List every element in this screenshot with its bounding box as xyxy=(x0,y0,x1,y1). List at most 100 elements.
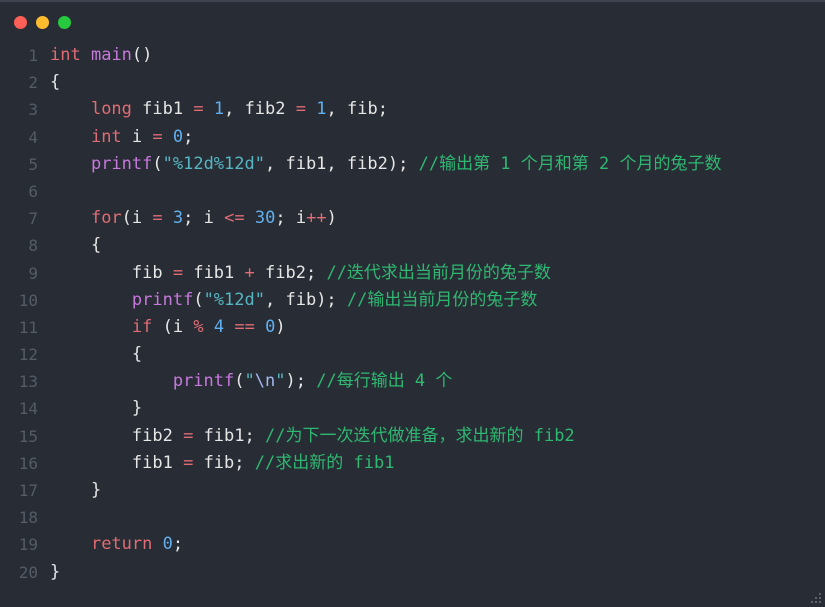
token-id: fib2 xyxy=(244,99,296,120)
token-fn: printf xyxy=(90,153,153,174)
line-code[interactable]: for(i = 3; i <= 30; i++) xyxy=(38,205,337,232)
token-punc: ); xyxy=(387,153,409,174)
token-id xyxy=(50,453,132,473)
line-code[interactable]: } xyxy=(38,559,60,586)
line-code[interactable]: } xyxy=(38,477,101,504)
line-number: 5 xyxy=(28,154,38,174)
token-punc: , xyxy=(264,289,286,310)
token-id xyxy=(50,208,91,228)
minimize-window-button[interactable] xyxy=(36,15,49,29)
token-punc: } xyxy=(131,398,143,419)
code-line: 16 fib1 = fib; //求出新的 fib1 xyxy=(0,450,825,477)
token-punc: ; xyxy=(183,126,194,147)
line-code[interactable]: long fib1 = 1, fib2 = 1, fib; xyxy=(38,96,388,123)
code-line: 19 return 0; xyxy=(0,531,825,558)
token-cmt: //输出当前月份的兔子数 xyxy=(346,289,538,310)
token-id xyxy=(81,45,91,65)
line-code[interactable] xyxy=(38,178,50,205)
close-window-button[interactable] xyxy=(14,15,27,29)
line-code[interactable]: } xyxy=(38,395,142,422)
token-kw: if xyxy=(131,316,153,337)
token-kw: return xyxy=(90,534,153,555)
token-id xyxy=(163,208,173,228)
token-op: = xyxy=(183,452,194,473)
window-titlebar[interactable] xyxy=(0,2,825,42)
line-number: 16 xyxy=(18,453,38,473)
token-id: fib1 xyxy=(183,262,245,283)
code-line: 1 int main() xyxy=(0,42,825,69)
line-code[interactable]: printf("%12d%12d", fib1, fib2); //输出第 1 … xyxy=(38,151,722,178)
token-num: 0 xyxy=(172,126,184,147)
code-line: 5 printf("%12d%12d", fib1, fib2); //输出第 … xyxy=(0,151,825,178)
line-number: 18 xyxy=(18,508,38,528)
token-id xyxy=(50,480,91,500)
token-str: " xyxy=(244,371,255,392)
token-punc: , xyxy=(326,99,347,120)
line-code[interactable]: return 0; xyxy=(38,531,183,558)
line-number: 10 xyxy=(18,290,38,310)
line-code[interactable]: int i = 0; xyxy=(38,124,193,151)
token-op: = xyxy=(152,126,163,147)
token-punc: ; xyxy=(183,208,204,229)
token-id xyxy=(50,426,132,446)
token-punc: ); xyxy=(316,289,337,310)
line-code[interactable]: int main() xyxy=(38,42,152,69)
token-id: fib1 xyxy=(285,153,327,174)
line-code[interactable]: { xyxy=(38,232,101,259)
code-line: 17 } xyxy=(0,477,825,504)
token-op: + xyxy=(244,262,255,283)
line-code[interactable]: fib = fib1 + fib2; //迭代求出当前月份的兔子数 xyxy=(38,260,551,287)
token-op: = xyxy=(172,262,184,283)
line-number: 7 xyxy=(28,209,38,229)
token-kw: int xyxy=(90,126,122,147)
token-id: fib2 xyxy=(346,153,388,174)
line-number: 3 xyxy=(28,100,38,120)
line-code[interactable]: if (i % 4 == 0) xyxy=(38,314,286,341)
token-punc: ; xyxy=(275,208,296,229)
token-fn: main xyxy=(90,45,132,65)
code-line: 14 } xyxy=(0,395,825,422)
token-op: <= xyxy=(224,208,245,229)
token-punc: ; xyxy=(244,425,255,446)
token-id xyxy=(50,371,173,391)
token-id xyxy=(50,534,91,554)
token-id xyxy=(306,371,316,391)
token-id xyxy=(50,398,132,418)
token-op: = xyxy=(183,425,194,446)
token-cmt: //求出新的 fib1 xyxy=(254,452,395,473)
line-number: 15 xyxy=(18,426,38,446)
token-punc: ; xyxy=(172,534,184,555)
resize-grip-icon[interactable] xyxy=(810,592,822,604)
code-line: 15 fib2 = fib1; //为下一次迭代做准备，求出新的 fib2 xyxy=(0,423,825,450)
token-kw: int xyxy=(50,45,81,65)
token-punc: ( xyxy=(121,208,132,229)
code-line: 7 for(i = 3; i <= 30; i++) xyxy=(0,205,825,232)
line-code[interactable]: { xyxy=(38,341,142,368)
maximize-window-button[interactable] xyxy=(58,15,71,29)
code-line: 9 fib = fib1 + fib2; //迭代求出当前月份的兔子数 xyxy=(0,260,825,287)
line-code[interactable]: printf("\n"); //每行输出 4 个 xyxy=(38,368,453,395)
token-punc: { xyxy=(50,72,61,93)
token-cmt: //输出第 1 个月和第 2 个月的兔子数 xyxy=(418,153,722,174)
line-code[interactable] xyxy=(38,504,50,531)
token-id xyxy=(224,317,234,337)
token-op: = xyxy=(152,208,163,229)
line-number: 8 xyxy=(28,236,38,256)
code-line: 2{ xyxy=(0,69,825,96)
token-num: 3 xyxy=(172,208,184,229)
token-num: 4 xyxy=(213,316,225,337)
token-id: fib1 xyxy=(131,99,194,120)
line-code[interactable]: { xyxy=(38,69,60,96)
line-code[interactable]: fib2 = fib1; //为下一次迭代做准备，求出新的 fib2 xyxy=(38,423,575,450)
token-id xyxy=(255,317,265,337)
line-code[interactable]: printf("%12d", fib); //输出当前月份的兔子数 xyxy=(38,287,538,314)
line-number: 11 xyxy=(18,317,38,337)
token-id xyxy=(316,263,326,283)
line-code[interactable]: fib1 = fib; //求出新的 fib1 xyxy=(38,450,395,477)
token-id xyxy=(50,235,91,255)
token-id xyxy=(50,344,132,364)
code-content-area[interactable]: 1 int main() 2{ 3 long fib1 = 1, fib2 = 1, … xyxy=(0,42,825,586)
token-id xyxy=(204,99,214,119)
token-punc: ( xyxy=(193,289,204,310)
token-id xyxy=(337,290,347,310)
